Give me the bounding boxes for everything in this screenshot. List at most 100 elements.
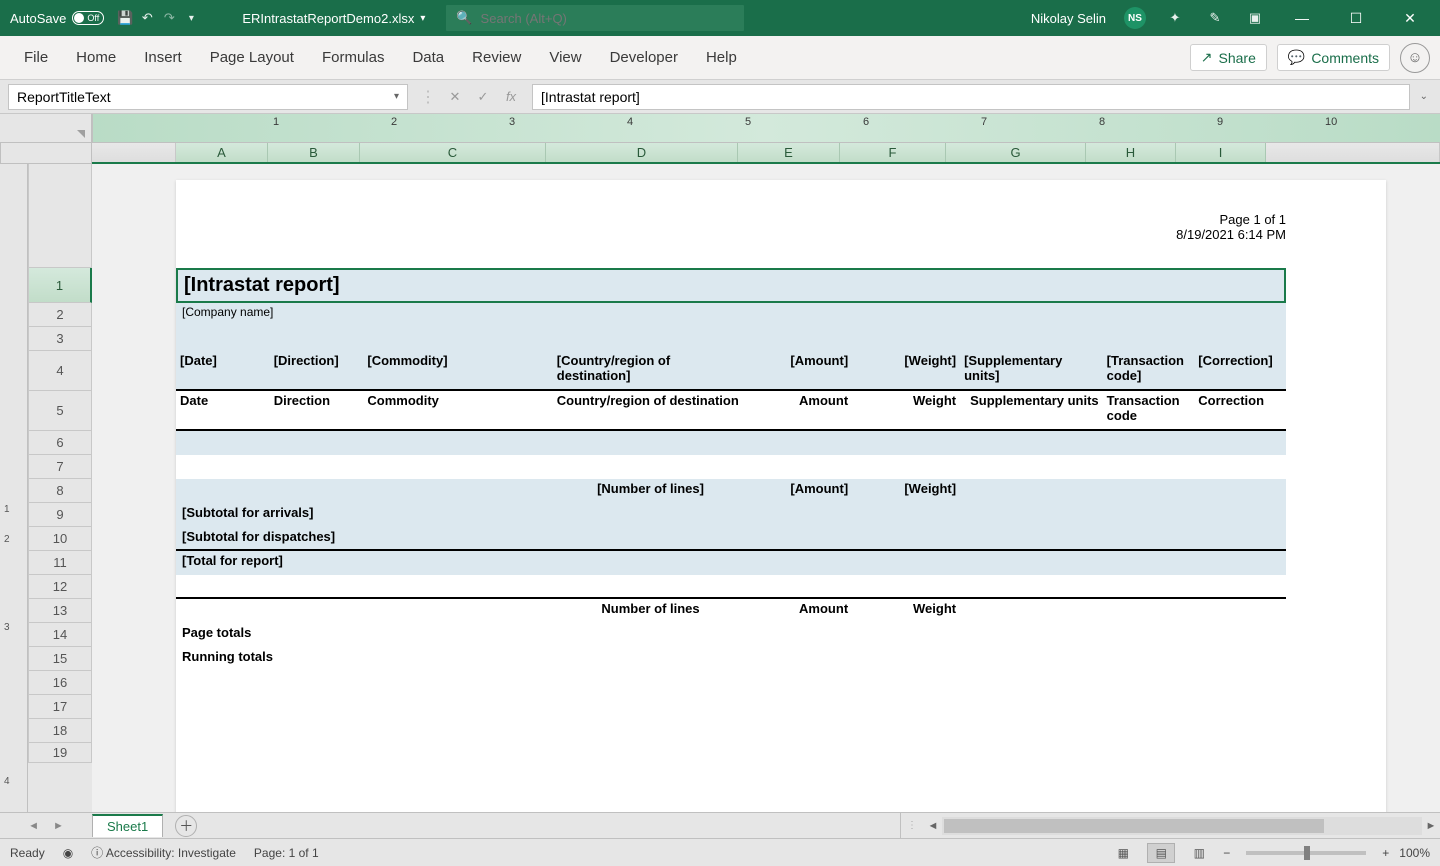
redo-icon[interactable]: ↷ [158, 10, 180, 26]
macro-record-icon[interactable]: ◉ [63, 846, 73, 860]
col-H[interactable]: H [1086, 143, 1176, 162]
vertical-ruler[interactable]: 1 2 3 4 [0, 164, 28, 812]
amount-ph2: [Amount] [748, 479, 852, 498]
select-all-corner[interactable] [0, 142, 92, 164]
formula-input[interactable]: [Intrastat report] [532, 84, 1410, 110]
zoom-level[interactable]: 100% [1399, 846, 1430, 860]
hdr-direction-ph: [Direction] [270, 351, 364, 385]
row-12[interactable]: 12 [28, 575, 92, 599]
status-ready: Ready [10, 846, 45, 860]
autosave-label: AutoSave [10, 11, 66, 26]
ribbon-display-icon[interactable]: ▣ [1244, 10, 1266, 26]
zoom-in[interactable]: + [1382, 846, 1389, 860]
col-F[interactable]: F [840, 143, 946, 162]
zoom-thumb[interactable] [1304, 846, 1310, 860]
enter-icon[interactable]: ✓ [474, 89, 492, 105]
name-box[interactable]: ReportTitleText ▾ [8, 84, 408, 110]
minimize-button[interactable]: — [1284, 10, 1320, 26]
row-17[interactable]: 17 [28, 695, 92, 719]
fx-icon[interactable]: fx [502, 89, 520, 104]
col-A[interactable]: A [176, 143, 268, 162]
row-9[interactable]: 9 [28, 503, 92, 527]
weight-ph2: [Weight] [852, 479, 960, 498]
h-ruler[interactable]: 123 456 789 10 [92, 114, 1440, 142]
search-bar[interactable]: 🔍 [445, 4, 745, 32]
row-11[interactable]: 11 [28, 551, 92, 575]
tab-insert[interactable]: Insert [130, 36, 196, 80]
row-7[interactable]: 7 [28, 455, 92, 479]
qat-dropdown-icon[interactable]: ▾ [180, 13, 202, 24]
maximize-button[interactable]: ☐ [1338, 10, 1374, 27]
worksheet[interactable]: Page 1 of 1 8/19/2021 6:14 PM [Intrastat… [92, 164, 1440, 812]
col-C[interactable]: C [360, 143, 546, 162]
row-18[interactable]: 18 [28, 719, 92, 743]
hscroll-left[interactable]: ◄ [924, 820, 942, 832]
subtotal-dispatches: [Subtotal for dispatches] [182, 529, 335, 544]
row-15[interactable]: 15 [28, 647, 92, 671]
row-4[interactable]: 4 [28, 351, 92, 391]
feedback-button[interactable]: ☺ [1400, 43, 1430, 73]
row-5[interactable]: 5 [28, 391, 92, 431]
row-13[interactable]: 13 [28, 599, 92, 623]
row-1[interactable]: 1 [28, 268, 92, 303]
cancel-icon[interactable]: ✕ [446, 89, 464, 105]
search-icon: 🔍 [456, 10, 472, 26]
hdr-supp-ph: [Supplementary units] [960, 351, 1103, 385]
row-6[interactable]: 6 [28, 431, 92, 455]
avatar[interactable]: NS [1124, 7, 1146, 29]
horizontal-scrollbar[interactable] [942, 817, 1422, 835]
zoom-out[interactable]: − [1223, 846, 1230, 860]
row-16[interactable]: 16 [28, 671, 92, 695]
tab-view[interactable]: View [535, 36, 595, 80]
user-area: Nikolay Selin NS ✦ ✎ ▣ — ☐ ✕ [1031, 7, 1440, 29]
hdr-amount: Amount [748, 391, 852, 425]
tab-help[interactable]: Help [692, 36, 751, 80]
search-input[interactable] [481, 11, 735, 26]
user-name[interactable]: Nikolay Selin [1031, 11, 1106, 26]
tab-developer[interactable]: Developer [596, 36, 692, 80]
tab-formulas[interactable]: Formulas [308, 36, 399, 80]
accessibility-status[interactable]: ⓘ Accessibility: Investigate [91, 844, 236, 861]
tab-data[interactable]: Data [398, 36, 458, 80]
premium-icon[interactable]: ✦ [1164, 10, 1186, 26]
zoom-slider[interactable] [1246, 851, 1366, 855]
filename-text: ERIntrastatReportDemo2.xlsx [242, 11, 414, 26]
col-G[interactable]: G [946, 143, 1086, 162]
tab-page-layout[interactable]: Page Layout [196, 36, 308, 80]
add-sheet-button[interactable]: ＋ [175, 815, 197, 837]
row-8[interactable]: 8 [28, 479, 92, 503]
view-page-break[interactable]: ▥ [1185, 843, 1213, 863]
footer-numlines: Number of lines [553, 599, 749, 618]
col-B[interactable]: B [268, 143, 360, 162]
autosave-toggle[interactable] [72, 11, 104, 25]
sheet-nav[interactable]: ◄► [0, 820, 92, 832]
view-page-layout[interactable]: ▤ [1147, 843, 1175, 863]
tab-file[interactable]: File [10, 36, 62, 80]
coming-soon-icon[interactable]: ✎ [1204, 10, 1226, 26]
filename-group[interactable]: ERIntrastatReportDemo2.xlsx ▾ [242, 11, 425, 26]
report-title-cell[interactable]: [Intrastat report] [176, 268, 1286, 303]
tab-review[interactable]: Review [458, 36, 535, 80]
col-E[interactable]: E [738, 143, 840, 162]
close-button[interactable]: ✕ [1392, 10, 1428, 27]
comments-button[interactable]: 💬 Comments [1277, 44, 1390, 71]
hscroll-thumb[interactable] [944, 819, 1324, 833]
row-10[interactable]: 10 [28, 527, 92, 551]
share-button[interactable]: ↗ Share [1190, 44, 1267, 71]
undo-icon[interactable]: ↶ [136, 10, 158, 26]
col-I[interactable]: I [1176, 143, 1266, 162]
row-19[interactable]: 19 [28, 743, 92, 763]
tab-scroll-splitter[interactable]: ⋮ [900, 813, 924, 838]
name-box-dropdown-icon[interactable]: ▾ [394, 91, 399, 102]
row-2[interactable]: 2 [28, 303, 92, 327]
formula-expand-icon[interactable]: ⌄ [1416, 91, 1432, 102]
save-icon[interactable]: 💾 [114, 10, 136, 26]
row-14[interactable]: 14 [28, 623, 92, 647]
row-3[interactable]: 3 [28, 327, 92, 351]
hscroll-right[interactable]: ► [1422, 820, 1440, 832]
view-normal[interactable]: ▦ [1109, 843, 1137, 863]
tab-home[interactable]: Home [62, 36, 130, 80]
col-D[interactable]: D [546, 143, 738, 162]
sheet-tab-1[interactable]: Sheet1 [92, 814, 163, 837]
hdr-country-ph: [Country/region of destination] [553, 351, 749, 385]
